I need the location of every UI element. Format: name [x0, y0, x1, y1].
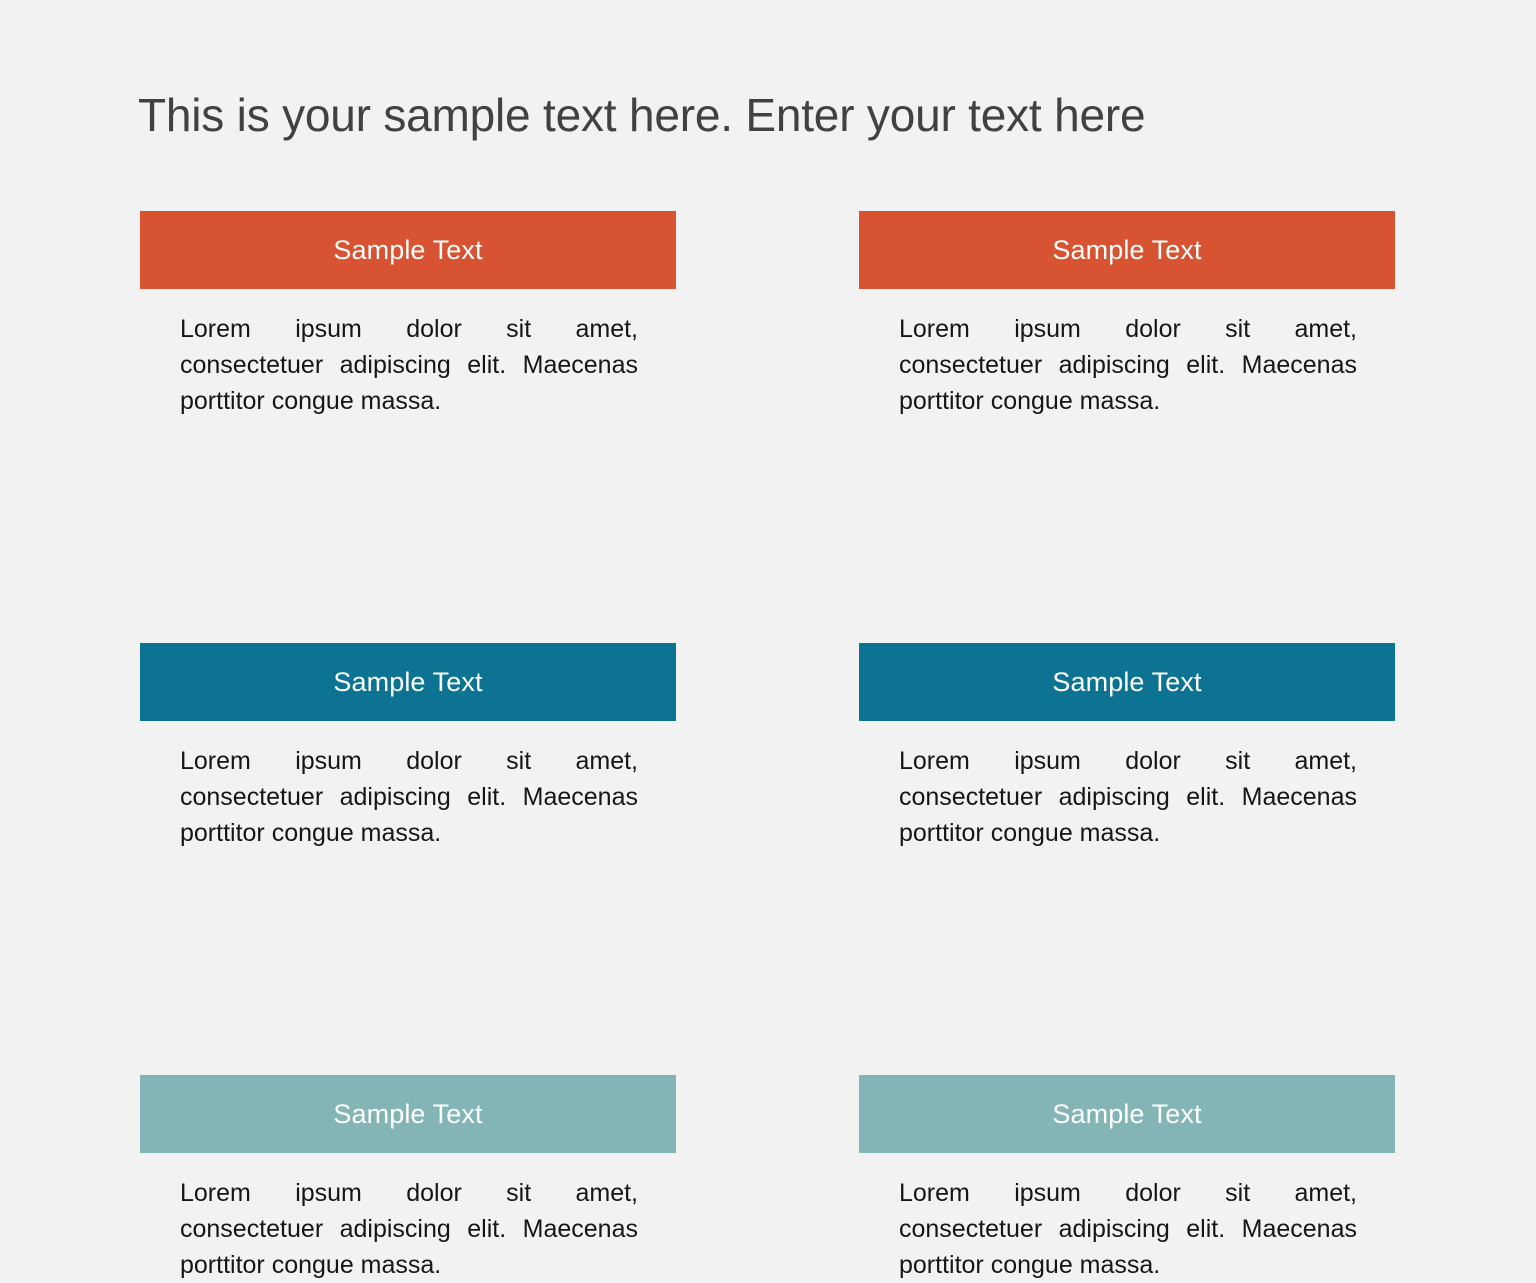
card-3-body: Lorem ipsum dolor sit amet, consectetuer… [140, 743, 676, 851]
card-6-header-bar[interactable]: Sample Text [859, 1075, 1395, 1153]
card-5-header-label: Sample Text [333, 1099, 483, 1129]
card-1-body-text: Lorem ipsum dolor sit amet, consectetuer… [180, 315, 638, 415]
card-3-header-label: Sample Text [333, 667, 483, 697]
card-2-header-bar[interactable]: Sample Text [859, 211, 1395, 289]
card-3-body-text: Lorem ipsum dolor sit amet, consectetuer… [180, 747, 638, 847]
card-5-body-text: Lorem ipsum dolor sit amet, consectetuer… [180, 1179, 638, 1279]
card-2-body-text: Lorem ipsum dolor sit amet, consectetuer… [899, 315, 1357, 415]
card-1-body: Lorem ipsum dolor sit amet, consectetuer… [140, 311, 676, 419]
page-title: This is your sample text here. Enter you… [138, 89, 1146, 141]
card-3-header-bar[interactable]: Sample Text [140, 643, 676, 721]
card-2-body: Lorem ipsum dolor sit amet, consectetuer… [859, 311, 1395, 419]
card-2-header-label: Sample Text [1052, 235, 1202, 265]
card-4[interactable]: Sample Text Lorem ipsum dolor sit amet, … [859, 643, 1395, 851]
slide-canvas: This is your sample text here. Enter you… [0, 0, 1536, 1279]
card-6[interactable]: Sample Text Lorem ipsum dolor sit amet, … [859, 1075, 1395, 1283]
card-5[interactable]: Sample Text Lorem ipsum dolor sit amet, … [140, 1075, 676, 1283]
card-6-body: Lorem ipsum dolor sit amet, consectetuer… [859, 1175, 1395, 1283]
card-1-header-label: Sample Text [333, 235, 483, 265]
card-6-body-text: Lorem ipsum dolor sit amet, consectetuer… [899, 1179, 1357, 1279]
card-4-body: Lorem ipsum dolor sit amet, consectetuer… [859, 743, 1395, 851]
card-3[interactable]: Sample Text Lorem ipsum dolor sit amet, … [140, 643, 676, 851]
card-2[interactable]: Sample Text Lorem ipsum dolor sit amet, … [859, 211, 1395, 419]
card-1[interactable]: Sample Text Lorem ipsum dolor sit amet, … [140, 211, 676, 419]
card-4-header-label: Sample Text [1052, 667, 1202, 697]
card-5-body: Lorem ipsum dolor sit amet, consectetuer… [140, 1175, 676, 1283]
card-4-body-text: Lorem ipsum dolor sit amet, consectetuer… [899, 747, 1357, 847]
card-5-header-bar[interactable]: Sample Text [140, 1075, 676, 1153]
card-1-header-bar[interactable]: Sample Text [140, 211, 676, 289]
card-6-header-label: Sample Text [1052, 1099, 1202, 1129]
card-4-header-bar[interactable]: Sample Text [859, 643, 1395, 721]
card-grid: Sample Text Lorem ipsum dolor sit amet, … [140, 211, 1396, 1283]
